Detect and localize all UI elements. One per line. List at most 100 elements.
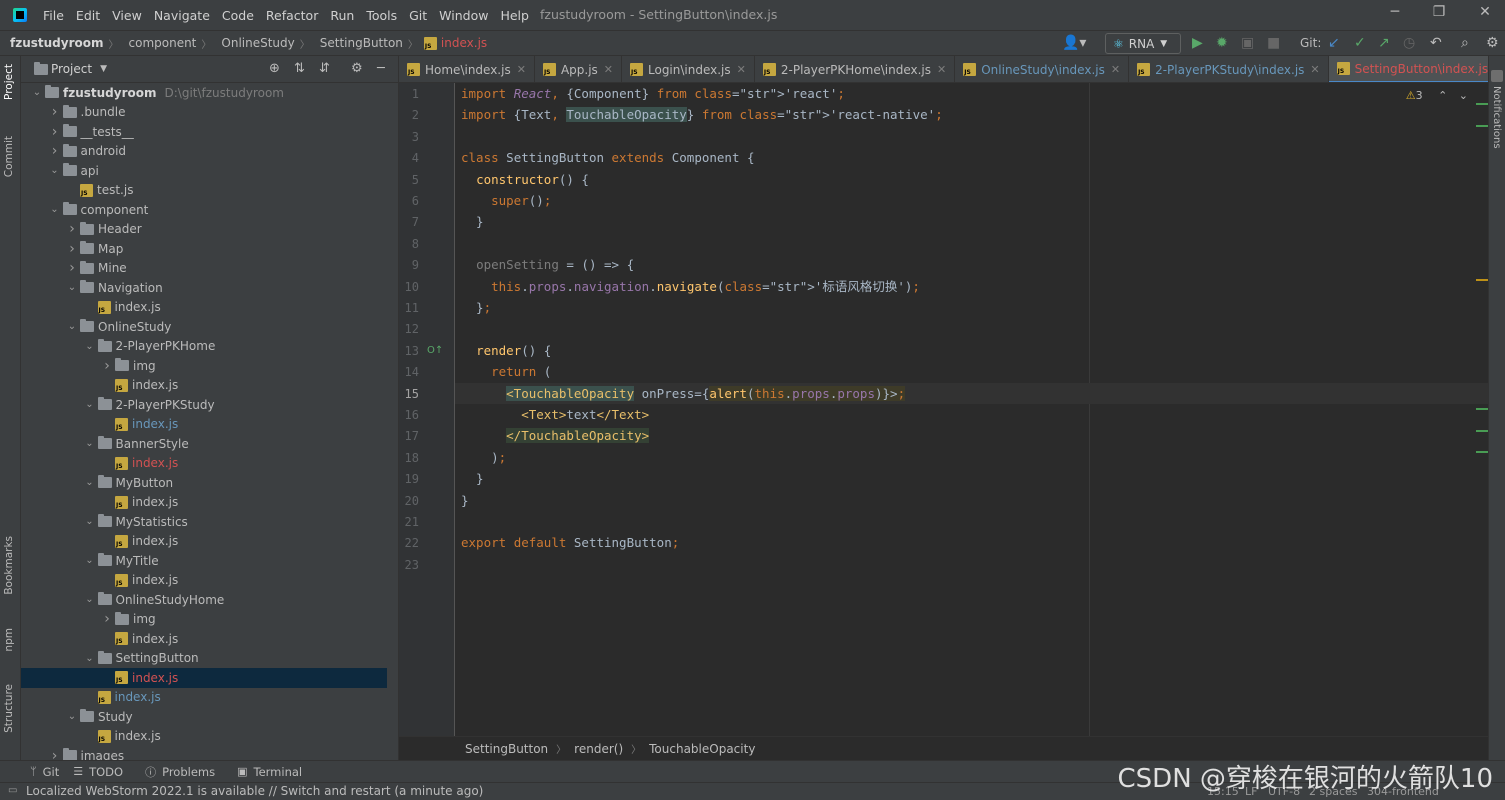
chevron-down-icon[interactable]: ▼ — [100, 64, 107, 74]
tree-file[interactable]: index.js — [21, 629, 387, 649]
chevron-right-icon[interactable]: › — [47, 748, 63, 760]
chevron-right-icon[interactable]: › — [64, 260, 80, 276]
tree-folder[interactable]: ⌄ OnlineStudy — [21, 317, 387, 337]
chevron-down-icon[interactable]: ⌄ — [82, 653, 98, 664]
editor-tab[interactable]: SettingButton\index.js✕ — [1328, 56, 1488, 82]
breadcrumb-file[interactable]: index.js — [441, 36, 487, 50]
chevron-down-icon[interactable]: ⌄ — [82, 477, 98, 488]
chevron-down-icon[interactable]: ⌄ — [64, 282, 80, 293]
tree-folder[interactable]: › img — [21, 610, 387, 630]
breadcrumb-project[interactable]: fzustudyroom — [10, 36, 104, 50]
code-line[interactable]: ); — [461, 447, 506, 468]
tree-folder[interactable]: › android — [21, 142, 387, 162]
menu-item-refactor[interactable]: Refactor — [266, 8, 318, 23]
editor-tab[interactable]: OnlineStudy\index.js ✕ — [955, 56, 1130, 82]
user-icon[interactable]: 👤▾ — [1062, 35, 1086, 51]
code-line[interactable]: import React, {Component} from class="st… — [461, 83, 845, 104]
tree-folder[interactable]: › .bundle — [21, 103, 387, 123]
tree-file[interactable]: test.js — [21, 181, 387, 201]
chevron-right-icon[interactable]: › — [47, 143, 63, 159]
structure-tool-tab[interactable]: Structure — [3, 684, 15, 733]
chevron-right-icon[interactable]: › — [99, 611, 115, 627]
close-tab-icon[interactable]: ✕ — [1310, 63, 1319, 76]
git-tool-button[interactable]: ᛘ Git — [30, 765, 59, 779]
project-tool-tab[interactable]: Project — [3, 64, 15, 100]
minimize-icon[interactable]: ─ — [1380, 4, 1410, 24]
code-line[interactable]: <Text>text</Text> — [461, 404, 649, 425]
close-icon[interactable]: ✕ — [1470, 4, 1500, 24]
menu-item-edit[interactable]: Edit — [76, 8, 100, 23]
terminal-tool-button[interactable]: ▣ Terminal — [237, 765, 302, 779]
override-marker-icon[interactable]: O↑ — [427, 345, 443, 356]
code-line[interactable]: }; — [461, 297, 491, 318]
menu-item-file[interactable]: File — [43, 8, 64, 23]
chevron-down-icon[interactable]: ⌄ — [82, 516, 98, 527]
settings-icon[interactable]: ⚙ — [1486, 35, 1499, 51]
close-tab-icon[interactable]: ✕ — [737, 63, 746, 76]
status-message[interactable]: Localized WebStorm 2022.1 is available /… — [26, 784, 483, 798]
code-line[interactable]: super(); — [461, 190, 551, 211]
chevron-down-icon[interactable]: ⌄ — [82, 341, 98, 352]
debug-icon[interactable]: ✹ — [1216, 35, 1228, 51]
notifications-tool-tab[interactable]: Notifications — [1491, 86, 1502, 149]
chevron-down-icon[interactable]: ⌄ — [47, 165, 63, 176]
tree-folder[interactable]: ⌄ Navigation — [21, 278, 387, 298]
git-push-icon[interactable]: ↗ — [1378, 35, 1390, 51]
chevron-down-icon[interactable]: ⌄ — [47, 204, 63, 215]
code-editor[interactable]: 1 2 3 4 5 6 7 8 9 10 11 12 13 14 15 16 17 18 19 20 21 22 23 O↑ … — [399, 83, 1488, 736]
tree-file[interactable]: index.js — [21, 571, 387, 591]
tree-file[interactable]: index.js — [21, 415, 387, 435]
tree-file[interactable]: index.js — [21, 298, 387, 318]
chevron-down-icon[interactable]: ⌄ — [29, 87, 45, 98]
tree-folder[interactable]: ⌄ 2-PlayerPKStudy — [21, 395, 387, 415]
chevron-down-icon[interactable]: ⌄ — [82, 438, 98, 449]
run-icon[interactable]: ▶ — [1192, 35, 1203, 51]
problems-tool-button[interactable]: ⓘ Problems — [145, 764, 215, 780]
tree-folder[interactable]: ⌄ MyStatistics — [21, 512, 387, 532]
tree-folder[interactable]: ⌄ component — [21, 200, 387, 220]
chevron-down-icon[interactable]: ⌄ — [82, 399, 98, 410]
inspection-widget[interactable]: ⚠3 ⌃ ⌄ — [1406, 89, 1468, 102]
tree-file[interactable]: index.js — [21, 727, 387, 747]
tree-folder[interactable]: ⌄ SettingButton — [21, 649, 387, 669]
chevron-right-icon[interactable]: › — [64, 221, 80, 237]
rollback-icon[interactable]: ↶ — [1430, 35, 1442, 51]
close-tab-icon[interactable]: ✕ — [1111, 63, 1120, 76]
tree-folder[interactable]: › Mine — [21, 259, 387, 279]
tree-file[interactable]: index.js — [21, 532, 387, 552]
git-update-icon[interactable]: ↙ — [1328, 35, 1340, 51]
tree-folder[interactable]: ⌄ api — [21, 161, 387, 181]
collapse-all-icon[interactable]: ⇵ — [319, 61, 330, 76]
npm-tool-tab[interactable]: npm — [3, 628, 15, 652]
menu-item-run[interactable]: Run — [330, 8, 354, 23]
restore-icon[interactable]: ❐ — [1424, 4, 1454, 24]
chevron-down-icon[interactable]: ⌄ — [1459, 89, 1468, 102]
tree-folder[interactable]: ⌄ 2-PlayerPKHome — [21, 337, 387, 357]
menu-item-tools[interactable]: Tools — [366, 8, 397, 23]
status-toggle-icon[interactable]: ▭ — [8, 785, 17, 796]
breadcrumb-component[interactable]: component — [129, 36, 197, 50]
menu-item-help[interactable]: Help — [500, 8, 529, 23]
code-line[interactable]: import {Text, TouchableOpacity} from cla… — [461, 104, 943, 125]
tree-folder[interactable]: ⌄ BannerStyle — [21, 434, 387, 454]
expand-all-icon[interactable]: ⇅ — [294, 61, 305, 76]
breadcrumb-settingbutton[interactable]: SettingButton — [320, 36, 403, 50]
menu-item-code[interactable]: Code — [222, 8, 254, 23]
code-line[interactable]: openSetting = () => { — [461, 254, 634, 275]
tree-folder[interactable]: › images — [21, 746, 387, 760]
chevron-down-icon[interactable]: ⌄ — [64, 321, 80, 332]
hide-icon[interactable]: ─ — [377, 61, 385, 76]
chevron-right-icon[interactable]: › — [47, 124, 63, 140]
close-tab-icon[interactable]: ✕ — [937, 63, 946, 76]
menu-item-navigate[interactable]: Navigate — [154, 8, 210, 23]
tree-folder[interactable]: › __tests__ — [21, 122, 387, 142]
chevron-right-icon[interactable]: › — [64, 241, 80, 257]
chevron-down-icon[interactable]: ⌄ — [82, 555, 98, 566]
close-tab-icon[interactable]: ✕ — [604, 63, 613, 76]
editor-tab[interactable]: App.js ✕ — [535, 56, 622, 82]
code-line[interactable]: } — [461, 211, 484, 232]
commit-tool-tab[interactable]: Commit — [3, 136, 15, 177]
notifications-bell-icon[interactable] — [1491, 70, 1503, 82]
tree-folder[interactable]: ⌄ Study — [21, 707, 387, 727]
tree-file[interactable]: index.js — [21, 454, 387, 474]
